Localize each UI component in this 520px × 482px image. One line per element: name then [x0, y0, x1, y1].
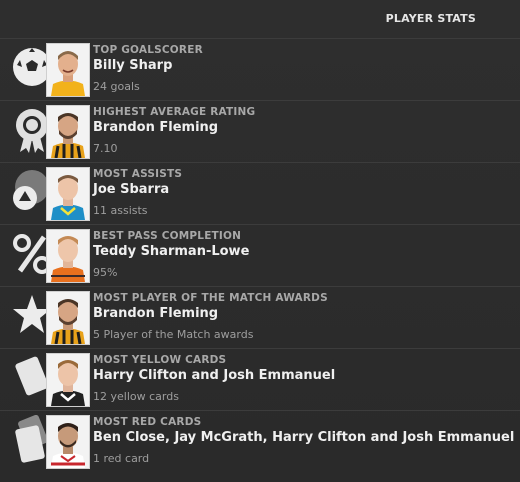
stat-label: BEST PASS COMPLETION [93, 230, 242, 242]
player-photo[interactable] [46, 415, 90, 469]
stat-value: 5 Player of the Match awards [93, 328, 254, 341]
stat-value: 12 yellow cards [93, 390, 179, 403]
stat-label: MOST PLAYER OF THE MATCH AWARDS [93, 292, 328, 304]
stat-row-most-assists[interactable]: MOST ASSISTS Joe Sbarra 11 assists [0, 162, 520, 224]
player-photo[interactable] [46, 353, 90, 407]
stat-row-highest-rating[interactable]: HIGHEST AVERAGE RATING Brandon Fleming 7… [0, 100, 520, 162]
stat-row-top-goalscorer[interactable]: TOP GOALSCORER Billy Sharp 24 goals [0, 38, 520, 100]
stat-value: 24 goals [93, 80, 140, 93]
player-name[interactable]: Brandon Fleming [93, 306, 218, 321]
panel-title: PLAYER STATS [385, 12, 476, 25]
player-photo[interactable] [46, 43, 90, 97]
player-name[interactable]: Harry Clifton and Josh Emmanuel [93, 368, 335, 383]
stat-label: TOP GOALSCORER [93, 44, 203, 56]
player-name[interactable]: Billy Sharp [93, 58, 172, 73]
stat-label: MOST YELLOW CARDS [93, 354, 227, 366]
stat-label: MOST ASSISTS [93, 168, 183, 180]
stat-value: 11 assists [93, 204, 148, 217]
stat-row-yellow-cards[interactable]: MOST YELLOW CARDS Harry Clifton and Josh… [0, 348, 520, 410]
stat-value: 1 red card [93, 452, 150, 465]
stat-row-player-of-match[interactable]: MOST PLAYER OF THE MATCH AWARDS Brandon … [0, 286, 520, 348]
player-stats-panel: PLAYER STATS TOP GOALSCORER Billy Sharp … [0, 0, 520, 482]
stat-row-red-cards[interactable]: MOST RED CARDS Ben Close, Jay McGrath, H… [0, 410, 520, 472]
player-photo[interactable] [46, 229, 90, 283]
stat-value: 95% [93, 266, 118, 279]
player-photo[interactable] [46, 291, 90, 345]
stat-label: HIGHEST AVERAGE RATING [93, 106, 256, 118]
player-name[interactable]: Brandon Fleming [93, 120, 218, 135]
player-name[interactable]: Joe Sbarra [93, 182, 169, 197]
stat-value: 7.10 [93, 142, 118, 155]
stat-row-pass-completion[interactable]: BEST PASS COMPLETION Teddy Sharman-Lowe … [0, 224, 520, 286]
player-name[interactable]: Teddy Sharman-Lowe [93, 244, 249, 259]
stat-label: MOST RED CARDS [93, 416, 202, 428]
player-photo[interactable] [46, 105, 90, 159]
player-photo[interactable] [46, 167, 90, 221]
player-name[interactable]: Ben Close, Jay McGrath, Harry Clifton an… [93, 430, 514, 445]
panel-header: PLAYER STATS [0, 0, 520, 38]
